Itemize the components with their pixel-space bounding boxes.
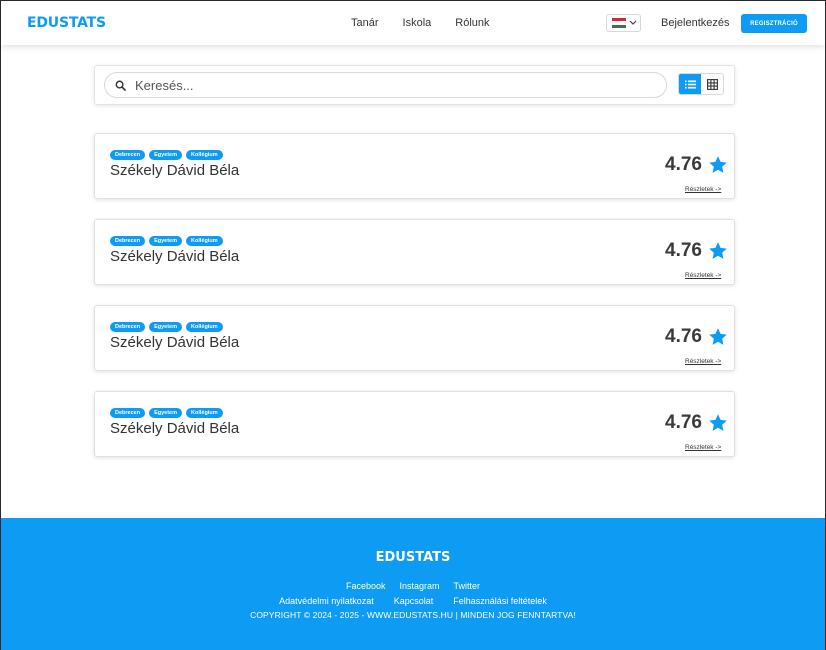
tag-category[interactable]: Kollégium [186,150,223,160]
teacher-name: Székely Dávid Béla [110,162,240,179]
nav-link-school[interactable]: Iskola [403,17,432,29]
tag-city[interactable]: Debrecen [110,236,146,246]
tag-list: Debrecen Egyetem Kollégium [110,236,223,246]
instagram-link[interactable]: Instagram [399,581,439,591]
search-icon [115,80,126,91]
brand-logo[interactable]: EDUSTATS [27,15,106,31]
tag-category[interactable]: Kollégium [186,236,223,246]
tag-list: Debrecen Egyetem Kollégium [110,408,223,418]
rating-value: 4.76 [665,326,702,347]
list-icon [684,80,696,88]
register-button[interactable]: REGISZTRÁCIÓ [741,14,807,33]
rating-value: 4.76 [665,154,702,175]
teacher-card[interactable]: Debrecen Egyetem Kollégium Székely Dávid… [94,391,735,457]
contact-link[interactable]: Kapcsolat [394,596,434,606]
language-select[interactable] [606,14,641,32]
teacher-card[interactable]: Debrecen Egyetem Kollégium Székely Dávid… [94,305,735,371]
teacher-name: Székely Dávid Béla [110,248,240,265]
teacher-card[interactable]: Debrecen Egyetem Kollégium Székely Dávid… [94,133,735,199]
tag-type[interactable]: Egyetem [149,150,183,160]
star-icon [709,242,727,259]
search-box [104,72,667,98]
tag-type[interactable]: Egyetem [149,236,183,246]
tag-city[interactable]: Debrecen [110,150,146,160]
top-navbar: EDUSTATS Tanár Iskola Rólunk Bejelentkez… [1,1,825,45]
star-icon [709,328,727,345]
list-view-button[interactable] [679,74,701,94]
grid-view-button[interactable] [701,74,723,94]
chevron-down-icon [629,20,637,25]
grid-icon [706,78,718,90]
facebook-link[interactable]: Facebook [346,581,386,591]
details-link[interactable]: Részletek -> [685,444,721,451]
footer-social-links: Facebook Instagram Twitter [1,581,825,591]
tag-category[interactable]: Kollégium [186,408,223,418]
search-input[interactable] [135,77,635,93]
main-nav: Tanár Iskola Rólunk [351,17,490,29]
twitter-link[interactable]: Twitter [454,581,481,591]
login-link[interactable]: Bejelentkezés [661,17,730,29]
teacher-name: Székely Dávid Béla [110,420,240,437]
footer-legal-links: Adatvédelmi nyilatkozat Kapcsolat Felhas… [1,596,825,606]
tag-category[interactable]: Kollégium [186,322,223,332]
star-icon [709,156,727,173]
terms-link[interactable]: Felhasználási feltételek [453,596,547,606]
tag-type[interactable]: Egyetem [149,322,183,332]
nav-link-about[interactable]: Rólunk [455,17,489,29]
details-link[interactable]: Részletek -> [685,186,721,193]
copyright-text: COPYRIGHT © 2024 - 2025 - WWW.EDUSTATS.H… [250,610,576,620]
hungary-flag-icon [612,18,626,28]
rating-value: 4.76 [665,412,702,433]
tag-city[interactable]: Debrecen [110,322,146,332]
teacher-card[interactable]: Debrecen Egyetem Kollégium Székely Dávid… [94,219,735,285]
footer-brand: EDUSTATS [375,550,451,565]
search-panel [94,65,735,105]
details-link[interactable]: Részletek -> [685,272,721,279]
tag-type[interactable]: Egyetem [149,408,183,418]
rating-value: 4.76 [665,240,702,261]
details-link[interactable]: Részletek -> [685,358,721,365]
nav-link-teacher[interactable]: Tanár [351,17,379,29]
tag-list: Debrecen Egyetem Kollégium [110,150,223,160]
footer: EDUSTATS Facebook Instagram Twitter Adat… [1,518,825,650]
tag-list: Debrecen Egyetem Kollégium [110,322,223,332]
view-toggle [678,73,724,95]
star-icon [709,414,727,431]
privacy-link[interactable]: Adatvédelmi nyilatkozat [279,596,374,606]
teacher-name: Székely Dávid Béla [110,334,240,351]
tag-city[interactable]: Debrecen [110,408,146,418]
